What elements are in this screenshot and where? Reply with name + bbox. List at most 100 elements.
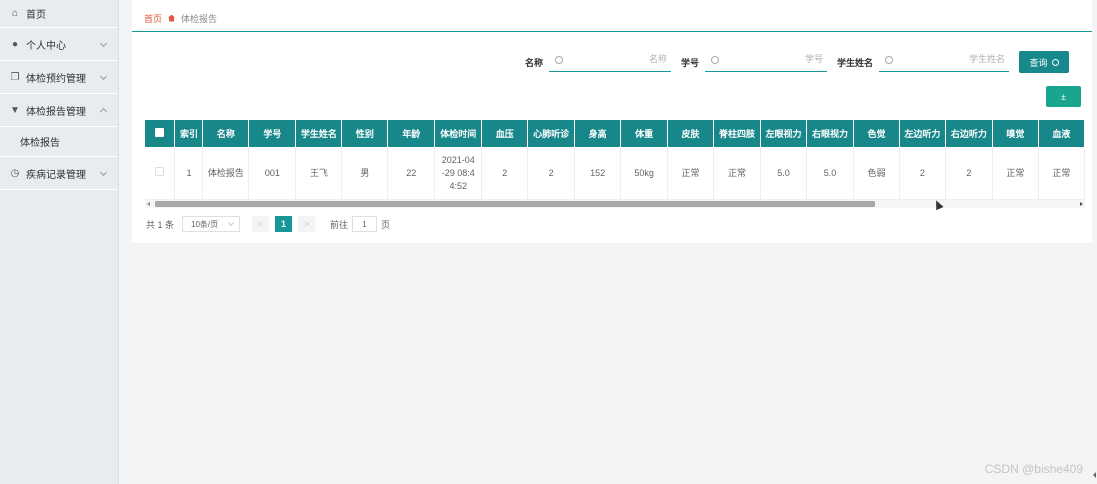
column-header: 身高 bbox=[574, 120, 622, 147]
clock-icon: ◷ bbox=[10, 167, 20, 179]
table-cell: 2021-04 -29 08:4 4:52 bbox=[434, 147, 483, 201]
search-icon bbox=[1051, 58, 1059, 66]
table-cell: 正常 bbox=[992, 147, 1039, 201]
scrollbar-thumb[interactable] bbox=[155, 201, 875, 207]
query-button[interactable]: 查询 bbox=[1019, 51, 1070, 73]
column-header: 学号 bbox=[248, 120, 297, 147]
page-size-select[interactable]: 10条/页 bbox=[182, 216, 241, 232]
column-header: 心肺听诊 bbox=[527, 120, 576, 147]
column-header: 嗅觉 bbox=[992, 120, 1039, 147]
search-icon bbox=[711, 56, 720, 64]
table-cell: 正常 bbox=[1038, 147, 1085, 201]
sidebar-item-label: 体检预约管理 bbox=[26, 73, 86, 85]
sidebar-item-personal-center[interactable]: ● 个人中心 bbox=[0, 28, 118, 61]
query-button-label: 查询 bbox=[1029, 57, 1048, 68]
sidebar-item-label: 体检报告 bbox=[20, 138, 60, 149]
column-header: 左眼视力 bbox=[760, 120, 807, 147]
breadcrumb: 首页 体检报告 bbox=[144, 10, 217, 26]
horizontal-scrollbar[interactable] bbox=[145, 199, 1085, 208]
page-number-current[interactable]: 1 bbox=[275, 216, 293, 232]
table-cell: 152 bbox=[574, 147, 622, 201]
scroll-right-icon[interactable] bbox=[1080, 202, 1083, 206]
breadcrumb-current: 体检报告 bbox=[181, 13, 218, 24]
table-cell: 5.0 bbox=[760, 147, 807, 201]
sidebar-item-disease-records[interactable]: ◷ 疾病记录管理 bbox=[0, 157, 118, 190]
stamp-icon: ▼ bbox=[10, 104, 20, 116]
page-suffix: 页 bbox=[381, 219, 391, 230]
student-no-label: 学号 bbox=[681, 57, 700, 68]
column-header: 血压 bbox=[481, 120, 529, 147]
page-size-value: 10条/页 bbox=[191, 219, 219, 229]
column-header: 体检时间 bbox=[434, 120, 483, 147]
column-header: 索引 bbox=[174, 120, 204, 147]
table-cell: 色弱 bbox=[853, 147, 900, 201]
pagination: 共 1 条 10条/页 < 1 > 前往 1 页 bbox=[146, 215, 390, 233]
goto-page-input[interactable]: 1 bbox=[352, 216, 378, 232]
sidebar: ⌂ 首页 ● 个人中心 ❐ 体检预约管理 ▼ 体检报告管理 体检报告 ◷ 疾病记… bbox=[0, 0, 119, 484]
name-label: 名称 bbox=[525, 57, 544, 68]
export-button[interactable]: ± bbox=[1046, 86, 1081, 107]
column-header: 学生姓名 bbox=[295, 120, 343, 147]
table-cell: 5.0 bbox=[806, 147, 854, 201]
table-cell: 男 bbox=[341, 147, 389, 201]
table-cell: 正常 bbox=[713, 147, 762, 201]
name-field[interactable] bbox=[549, 52, 672, 72]
table-row[interactable]: 1 体检报告 001 王飞 男 22 2021-04 -29 08:4 4:52… bbox=[145, 147, 1085, 201]
breadcrumb-home[interactable]: 首页 bbox=[144, 12, 162, 25]
chevron-down-icon bbox=[99, 39, 108, 48]
user-icon: ● bbox=[11, 38, 19, 50]
prev-page-button[interactable]: < bbox=[252, 216, 270, 232]
home-icon bbox=[168, 14, 176, 22]
column-header: 名称 bbox=[202, 120, 250, 147]
sidebar-item-label: 体检报告管理 bbox=[26, 106, 86, 118]
table-cell: 正常 bbox=[667, 147, 715, 201]
table-cell: 22 bbox=[387, 147, 436, 201]
sidebar-item-report-management[interactable]: ▼ 体检报告管理 bbox=[0, 94, 118, 127]
table-cell: 001 bbox=[248, 147, 297, 201]
table-cell: 50kg bbox=[620, 147, 669, 201]
student-no-field[interactable] bbox=[705, 52, 828, 72]
copy-icon: ❐ bbox=[10, 71, 20, 83]
select-all-checkbox[interactable] bbox=[145, 120, 176, 147]
home-icon: ⌂ bbox=[11, 8, 19, 19]
checkbox-icon[interactable] bbox=[155, 128, 165, 137]
column-header: 右眼视力 bbox=[806, 120, 854, 147]
sidebar-item-label: 个人中心 bbox=[26, 40, 66, 52]
content-panel: 首页 体检报告 名称 学号 学生姓名 查询 bbox=[132, 0, 1092, 243]
chevron-down-icon bbox=[228, 220, 234, 226]
sidebar-item-home[interactable]: ⌂ 首页 bbox=[0, 0, 118, 28]
download-icon: ± bbox=[1061, 91, 1066, 102]
table-cell: 2 bbox=[527, 147, 576, 201]
student-no-input[interactable] bbox=[733, 54, 824, 64]
name-input[interactable] bbox=[577, 54, 668, 64]
student-name-label: 学生姓名 bbox=[837, 57, 874, 68]
table-cell: 2 bbox=[945, 147, 993, 201]
student-name-field[interactable] bbox=[879, 52, 1010, 72]
total-count: 共 1 条 bbox=[146, 219, 175, 230]
column-header: 色觉 bbox=[853, 120, 900, 147]
table-cell: 1 bbox=[174, 147, 204, 201]
column-header: 皮肤 bbox=[667, 120, 715, 147]
column-header: 右边听力 bbox=[945, 120, 993, 147]
next-page-button[interactable]: > bbox=[298, 216, 316, 232]
search-icon bbox=[555, 56, 564, 64]
divider bbox=[132, 31, 1092, 32]
chevron-left-icon: < bbox=[257, 219, 264, 229]
sidebar-item-appointment[interactable]: ❐ 体检预约管理 bbox=[0, 61, 118, 94]
table-cell: 2 bbox=[481, 147, 529, 201]
student-name-input[interactable] bbox=[915, 54, 1006, 64]
sidebar-item-label: 疾病记录管理 bbox=[26, 169, 86, 181]
search-bar: 名称 学号 学生姓名 查询 bbox=[525, 51, 1070, 73]
report-table: 索引 名称 学号 学生姓名 性别 年龄 体检时间 血压 心肺听诊 身高 体重 皮… bbox=[145, 120, 1085, 208]
scroll-left-icon[interactable] bbox=[147, 202, 150, 206]
column-header: 性别 bbox=[341, 120, 389, 147]
column-header: 年龄 bbox=[387, 120, 436, 147]
checkbox-icon[interactable] bbox=[155, 166, 165, 176]
chevron-down-icon bbox=[99, 168, 108, 177]
row-checkbox-cell[interactable] bbox=[145, 147, 176, 201]
table-cell: 王飞 bbox=[295, 147, 343, 201]
chevron-up-icon bbox=[99, 107, 108, 116]
caret-left-icon bbox=[1093, 472, 1096, 478]
sidebar-subitem-report[interactable]: 体检报告 bbox=[0, 127, 118, 157]
column-header: 左边听力 bbox=[899, 120, 946, 147]
